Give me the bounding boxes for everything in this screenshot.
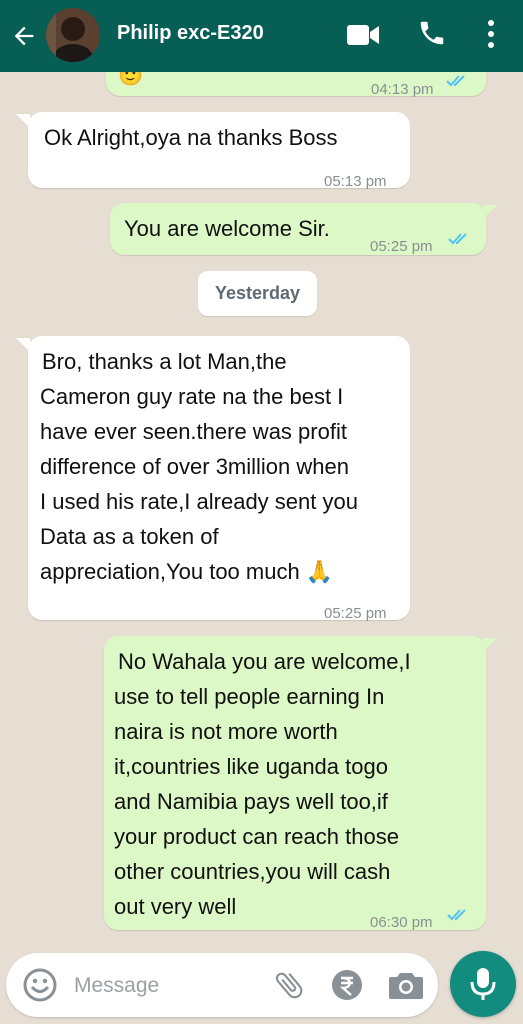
camera-icon[interactable]: [388, 969, 424, 1001]
rupee-payment-icon[interactable]: [330, 968, 364, 1002]
message-line: your product can reach those: [114, 824, 399, 849]
message-line: use to tell people earning In: [114, 684, 385, 709]
message-text: You are welcome Sir.: [124, 216, 330, 241]
mic-icon: [470, 968, 496, 1000]
message-time: 04:13 pm: [371, 81, 434, 98]
phone-icon[interactable]: [417, 18, 447, 48]
message-text: Ok Alright,oya na thanks Boss: [44, 125, 338, 150]
attach-icon[interactable]: [272, 967, 306, 1003]
message-outgoing[interactable]: 🙂 04:13 pm: [106, 72, 486, 98]
read-ticks-icon: [447, 909, 466, 921]
message-outgoing[interactable]: You are welcome Sir. 05:25 pm: [110, 203, 486, 255]
contact-name[interactable]: Philip exc-E320: [117, 22, 264, 45]
message-line: it,countries like uganda togo: [114, 754, 388, 779]
video-call-icon[interactable]: [346, 22, 380, 48]
message-input[interactable]: [72, 965, 266, 1007]
read-ticks-icon: [446, 75, 465, 87]
message-line: other countries,you will cash: [114, 859, 391, 884]
message-line: and Namibia pays well too,if: [114, 789, 388, 814]
chat-area[interactable]: 🙂 04:13 pm Ok Alright,oya na thanks Boss…: [0, 72, 523, 946]
message-text: 🙂: [118, 72, 143, 87]
message-line: Data as a token of: [40, 524, 219, 549]
more-options-icon[interactable]: [484, 18, 498, 50]
message-line: Bro, thanks a lot Man,the: [42, 349, 287, 374]
message-line: No Wahala you are welcome,I: [118, 649, 411, 674]
message-line: Cameron guy rate na the best I: [40, 384, 344, 409]
message-time: 05:25 pm: [370, 238, 433, 255]
voice-message-button[interactable]: [450, 951, 516, 1017]
message-time: 05:13 pm: [324, 173, 387, 190]
message-incoming[interactable]: Bro, thanks a lot Man,the Cameron guy ra…: [28, 336, 410, 622]
message-time: 05:25 pm: [324, 605, 387, 622]
emoji-icon[interactable]: [22, 967, 58, 1003]
message-outgoing[interactable]: No Wahala you are welcome,I use to tell …: [104, 636, 486, 931]
message-line: difference of over 3million when: [40, 454, 349, 479]
message-time: 06:30 pm: [370, 914, 433, 931]
back-arrow-icon[interactable]: [10, 22, 38, 50]
message-line: appreciation,You too much 🙏: [40, 559, 334, 584]
message-incoming[interactable]: Ok Alright,oya na thanks Boss 05:13 pm: [28, 112, 410, 190]
message-line: out very well: [114, 894, 237, 919]
chat-header: Philip exc-E320: [0, 0, 523, 72]
message-composer: [6, 953, 438, 1017]
date-divider-label: Yesterday: [214, 283, 301, 303]
date-divider: Yesterday: [198, 271, 317, 316]
message-line: have ever seen.there was profit: [40, 419, 347, 444]
message-line: naira is not more worth: [114, 719, 338, 744]
read-ticks-icon: [448, 233, 467, 245]
message-line: I used his rate,I already sent you: [40, 489, 358, 514]
contact-avatar[interactable]: [46, 8, 100, 62]
